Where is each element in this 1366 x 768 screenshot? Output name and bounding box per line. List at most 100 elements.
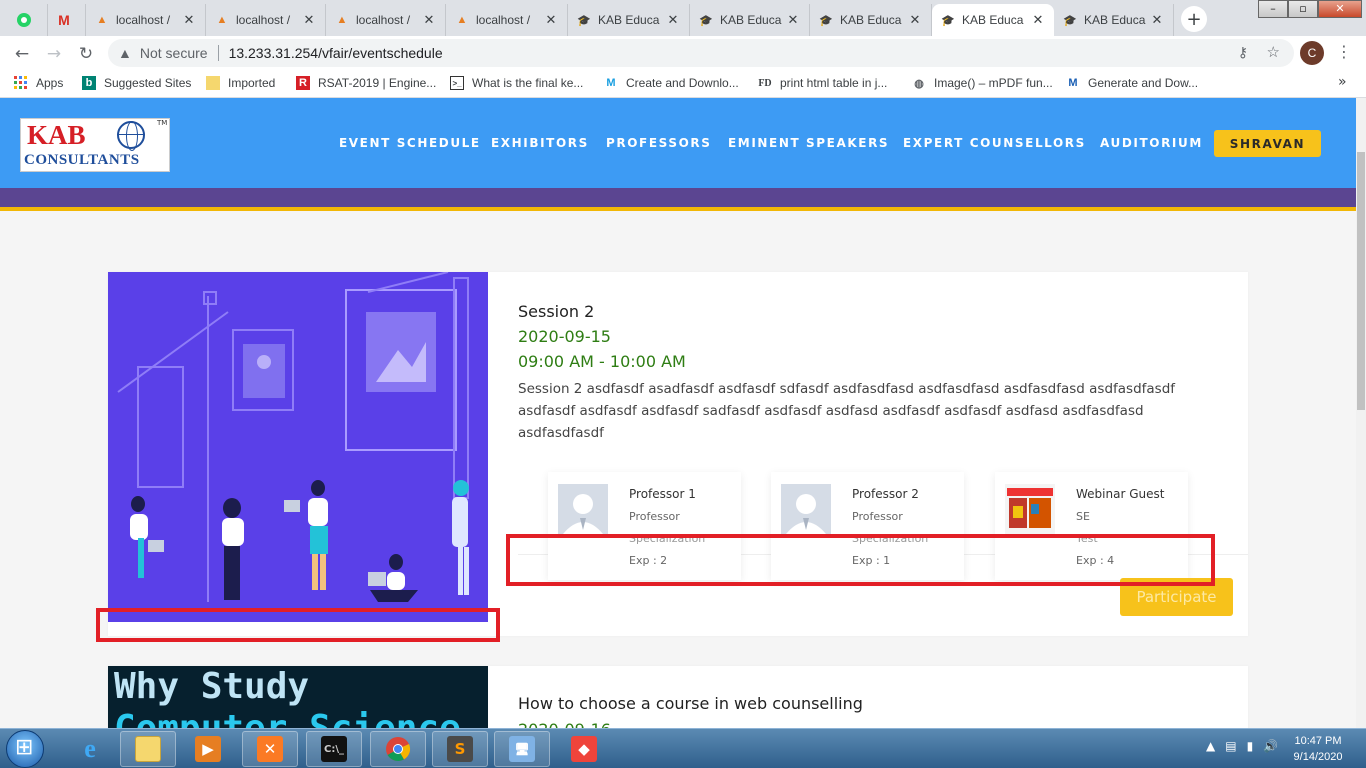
signal-icon[interactable]: ▮ — [1247, 739, 1254, 753]
profile-avatar[interactable]: C — [1300, 41, 1324, 65]
close-icon[interactable]: ✕ — [181, 12, 197, 28]
bookmark-imported[interactable]: Imported — [206, 76, 275, 90]
taskbar-anydesk[interactable]: ◆ — [556, 731, 612, 767]
kab-consultants-logo[interactable]: KAB TM CONSULTANTS — [20, 118, 170, 172]
remote-desktop-icon: 🖥 — [509, 736, 535, 762]
address-bar-row: ← → ↻ ▲ Not secure 13.233.31.254/vfair/e… — [0, 36, 1366, 70]
scrollbar-thumb[interactable] — [1357, 152, 1365, 410]
nav-expert-counsellors[interactable]: EXPERT COUNSELLORS — [903, 136, 1086, 150]
vertical-scrollbar[interactable] — [1356, 98, 1366, 728]
tab-kab-3[interactable]: 🎓 KAB Educa ✕ — [810, 4, 932, 36]
nav-exhibitors[interactable]: EXHIBITORS — [491, 136, 589, 150]
image-text-line-2: Computer Science — [114, 708, 461, 728]
close-icon[interactable]: ✕ — [1030, 12, 1046, 28]
bookmark-label: Apps — [36, 76, 64, 90]
nav-professors[interactable]: PROFESSORS — [606, 136, 711, 150]
tab-title: localhost / — [476, 13, 531, 27]
taskbar-remote-desktop[interactable]: 🖥 — [494, 731, 550, 767]
not-secure-label[interactable]: Not secure — [140, 45, 208, 61]
new-tab-button[interactable]: + — [1181, 6, 1207, 32]
taskbar-chrome[interactable] — [370, 731, 426, 767]
tab-title: KAB Educa — [1084, 13, 1146, 27]
tab-title: KAB Educa — [962, 13, 1024, 27]
user-menu-button[interactable]: SHRAVAN — [1214, 130, 1321, 157]
tab-localhost-2[interactable]: ▲ localhost / ✕ — [206, 4, 326, 36]
speaker-name: Webinar Guest — [1076, 487, 1165, 501]
volume-icon[interactable]: 🔊 — [1263, 739, 1278, 753]
start-button[interactable] — [6, 730, 44, 768]
trademark-mark: TM — [157, 119, 168, 127]
speaker-role: Professor — [852, 510, 903, 523]
reload-icon[interactable]: ↻ — [74, 42, 98, 66]
speaker-role: SE — [1076, 510, 1090, 523]
url-bar[interactable]: ▲ Not secure 13.233.31.254/vfair/eventsc… — [108, 39, 1294, 67]
nav-auditorium[interactable]: AUDITORIUM — [1100, 136, 1203, 150]
back-arrow-icon[interactable]: ← — [10, 42, 34, 66]
bookmark-rsat[interactable]: R RSAT-2019 | Engine... — [296, 76, 436, 90]
window-close-button[interactable]: ✕ — [1318, 0, 1362, 18]
logo-text: KAB — [27, 120, 86, 150]
nav-event-schedule[interactable]: EVENT SCHEDULE — [339, 136, 481, 150]
bookmark-create-download[interactable]: M Create and Downlo... — [604, 76, 738, 90]
bookmark-star-icon[interactable]: ☆ — [1267, 43, 1280, 61]
taskbar-media-player[interactable]: ▶ — [180, 731, 236, 767]
globe-icon — [117, 121, 145, 151]
show-hidden-icons-icon[interactable]: ▲ — [1206, 739, 1215, 753]
close-icon[interactable]: ✕ — [1149, 12, 1165, 28]
tab-kab-active[interactable]: 🎓 KAB Educa ✕ — [932, 4, 1054, 36]
chrome-icon — [385, 736, 411, 762]
phpmyadmin-icon: ▲ — [96, 14, 108, 26]
tab-kab-1[interactable]: 🎓 KAB Educa ✕ — [568, 4, 690, 36]
taskbar-sublime-text[interactable]: S — [432, 731, 488, 767]
taskbar-command-prompt[interactable]: C:\_ — [306, 731, 362, 767]
close-icon[interactable]: ✕ — [785, 12, 801, 28]
tab-kab-2[interactable]: 🎓 KAB Educa ✕ — [690, 4, 810, 36]
tab-gmail[interactable]: M — [48, 4, 86, 36]
tab-localhost-1[interactable]: ▲ localhost / ✕ — [86, 4, 206, 36]
bookmark-apps[interactable]: Apps — [14, 76, 63, 90]
taskbar-file-explorer[interactable] — [120, 731, 176, 767]
bookmark-suggested-sites[interactable]: b Suggested Sites — [82, 76, 191, 90]
avatar — [558, 484, 608, 534]
close-icon[interactable]: ✕ — [421, 12, 437, 28]
more-menu-icon[interactable]: ⋮ — [1336, 42, 1352, 61]
system-clock[interactable]: 10:47 PM 9/14/2020 — [1278, 733, 1358, 765]
taskbar-internet-explorer[interactable]: e — [62, 731, 118, 767]
taskbar-xampp[interactable]: ✕ — [242, 731, 298, 767]
close-icon[interactable]: ✕ — [543, 12, 559, 28]
internet-explorer-icon: e — [84, 734, 96, 763]
graduation-cap-icon: 🎓 — [941, 14, 955, 27]
gmail-icon: M — [58, 12, 70, 28]
nav-eminent-speakers[interactable]: EMINENT SPEAKERS — [728, 136, 889, 150]
maximize-button[interactable]: ▫ — [1288, 0, 1318, 18]
url-separator — [217, 45, 219, 61]
url-text[interactable]: 13.233.31.254/vfair/eventschedule — [229, 45, 443, 61]
network-icon[interactable]: ▤ — [1225, 739, 1236, 753]
more-bookmarks-chevron-icon[interactable]: » — [1338, 74, 1347, 90]
forward-arrow-icon[interactable]: → — [42, 42, 66, 66]
phpmyadmin-icon: ▲ — [216, 14, 228, 26]
close-icon[interactable]: ✕ — [301, 12, 317, 28]
bookmark-generate-download[interactable]: M Generate and Dow... — [1066, 76, 1198, 90]
tab-localhost-3[interactable]: ▲ localhost / ✕ — [326, 4, 446, 36]
event-date: 2020-09-16 — [518, 720, 611, 728]
terminal-icon: C:\_ — [321, 736, 347, 762]
close-icon[interactable]: ✕ — [665, 12, 681, 28]
bookmark-label: print html table in j... — [780, 76, 888, 90]
tab-kab-5[interactable]: 🎓 KAB Educa ✕ — [1054, 4, 1174, 36]
bookmark-print-html[interactable]: FD print html table in j... — [758, 76, 887, 90]
tab-localhost-4[interactable]: ▲ localhost / ✕ — [446, 4, 568, 36]
bookmark-label: Generate and Dow... — [1088, 76, 1199, 90]
bookmark-label: Imported — [228, 76, 276, 90]
close-icon[interactable]: ✕ — [907, 12, 923, 28]
bookmark-final-keyword[interactable]: >_ What is the final ke... — [450, 76, 583, 90]
folder-icon — [206, 76, 220, 90]
warning-icon[interactable]: ▲ — [118, 45, 132, 61]
logo-subtext: CONSULTANTS — [24, 152, 140, 168]
key-icon[interactable]: ⚷ — [1238, 44, 1248, 61]
tab-title: KAB Educa — [598, 13, 660, 27]
tab-whatsapp[interactable] — [8, 4, 48, 36]
minimize-button[interactable]: – — [1258, 0, 1288, 18]
event-card: Why Study Computer Science How to choose… — [108, 666, 1248, 728]
bookmark-mpdf[interactable]: ◍ Image() – mPDF fun... — [912, 76, 1053, 90]
